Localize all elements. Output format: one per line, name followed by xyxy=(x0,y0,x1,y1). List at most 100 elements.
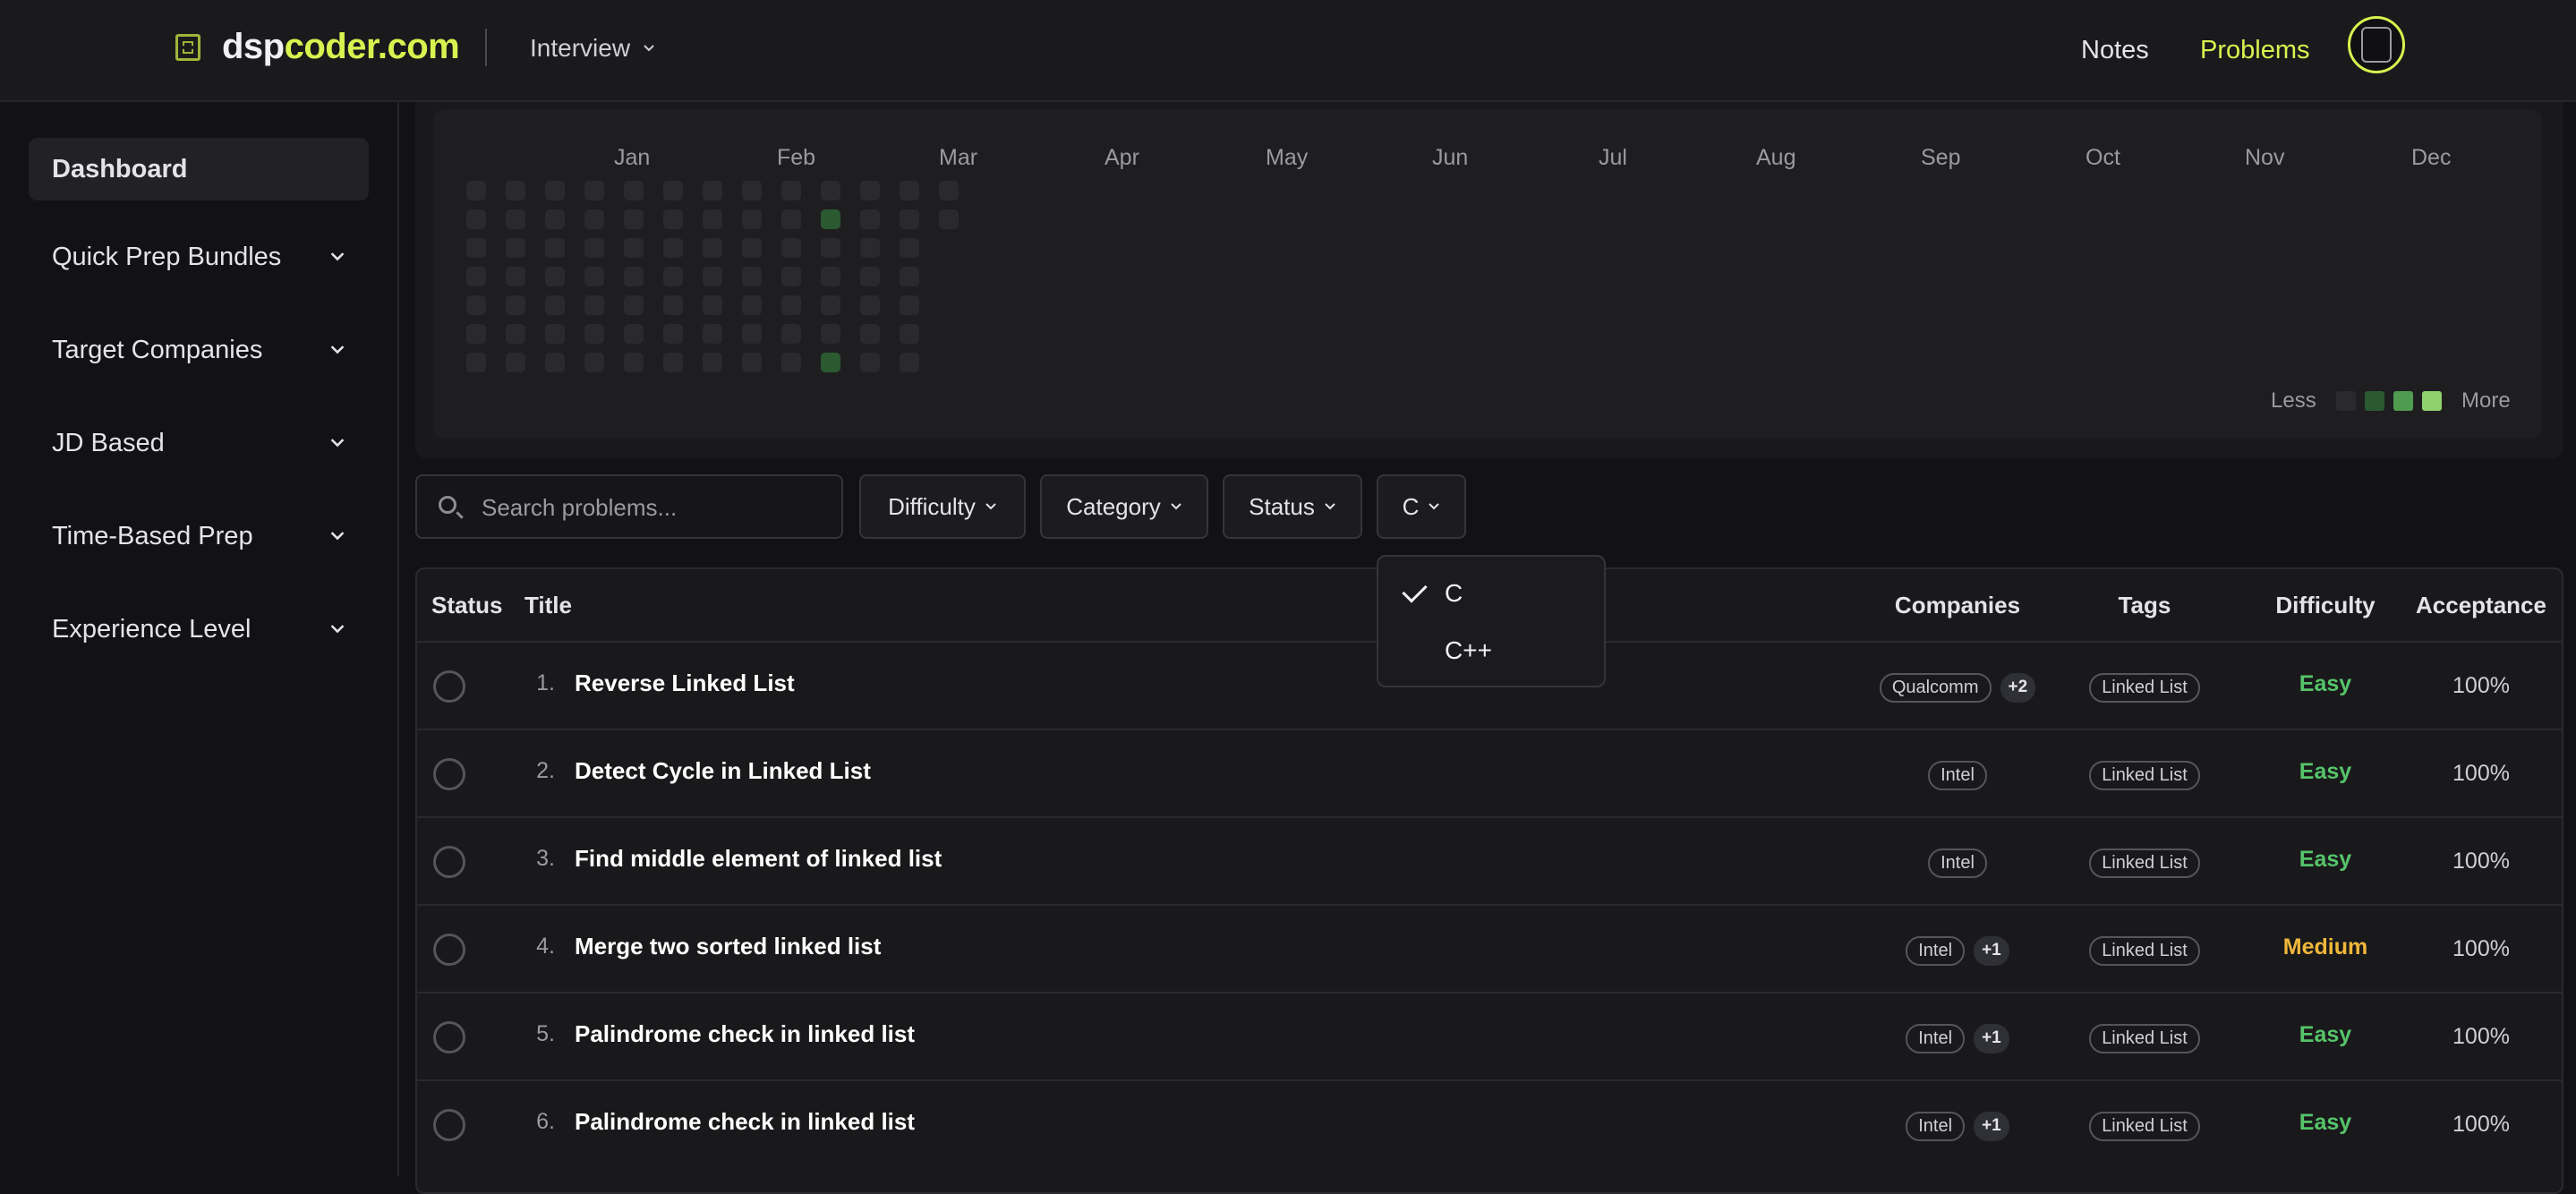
table-row[interactable]: 6. Palindrome check in linked list Intel… xyxy=(417,1079,2562,1167)
heatmap-cell[interactable] xyxy=(545,267,565,286)
heatmap-cell[interactable] xyxy=(663,181,683,200)
status-circle-icon[interactable] xyxy=(433,934,465,966)
problem-title[interactable]: Detect Cycle in Linked List xyxy=(575,757,871,785)
heatmap-cell[interactable] xyxy=(900,324,919,344)
heatmap-cell[interactable] xyxy=(860,238,880,258)
heatmap-cell[interactable] xyxy=(900,295,919,315)
heatmap-cell[interactable] xyxy=(584,353,604,372)
heatmap-cell[interactable] xyxy=(466,238,486,258)
header-companies[interactable]: Companies xyxy=(1853,569,2062,641)
heatmap-cell[interactable] xyxy=(624,209,644,229)
more-companies-badge[interactable]: +1 xyxy=(1974,1112,2009,1141)
problem-title[interactable]: Palindrome check in linked list xyxy=(575,1020,915,1048)
heatmap-cell[interactable] xyxy=(900,181,919,200)
header-status[interactable]: Status xyxy=(431,569,502,641)
heatmap-cell[interactable] xyxy=(860,181,880,200)
heatmap-cell[interactable] xyxy=(821,181,840,200)
nav-problems[interactable]: Problems xyxy=(2200,36,2310,65)
problem-title[interactable]: Find middle element of linked list xyxy=(575,845,942,873)
heatmap-cell[interactable] xyxy=(663,295,683,315)
heatmap-cell[interactable] xyxy=(781,324,801,344)
table-row[interactable]: 2. Detect Cycle in Linked List Intel Lin… xyxy=(417,729,2562,816)
problem-title[interactable]: Merge two sorted linked list xyxy=(575,933,881,960)
heatmap-cell[interactable] xyxy=(466,181,486,200)
status-circle-icon[interactable] xyxy=(433,670,465,703)
sidebar-item-time-based-prep[interactable]: Time-Based Prep xyxy=(29,505,369,567)
heatmap-cell[interactable] xyxy=(624,295,644,315)
heatmap-cell[interactable] xyxy=(742,209,762,229)
more-companies-badge[interactable]: +2 xyxy=(2000,673,2036,703)
heatmap-cell[interactable] xyxy=(781,209,801,229)
header-tags[interactable]: Tags xyxy=(2064,569,2225,641)
sidebar-item-target-companies[interactable]: Target Companies xyxy=(29,319,369,381)
heatmap-cell[interactable] xyxy=(703,353,722,372)
heatmap-cell[interactable] xyxy=(663,353,683,372)
heatmap-cell[interactable] xyxy=(781,238,801,258)
heatmap-cell[interactable] xyxy=(860,295,880,315)
heatmap-cell[interactable] xyxy=(624,324,644,344)
heatmap-cell[interactable] xyxy=(466,209,486,229)
header-title[interactable]: Title xyxy=(525,569,572,641)
more-companies-badge[interactable]: +1 xyxy=(1974,1024,2009,1053)
heatmap-cell[interactable] xyxy=(860,353,880,372)
heatmap-cell[interactable] xyxy=(821,353,840,372)
heatmap-cell[interactable] xyxy=(781,353,801,372)
heatmap-cell[interactable] xyxy=(545,209,565,229)
heatmap-cell[interactable] xyxy=(900,353,919,372)
heatmap-cell[interactable] xyxy=(821,295,840,315)
heatmap-cell[interactable] xyxy=(742,267,762,286)
heatmap-cell[interactable] xyxy=(821,267,840,286)
interview-dropdown[interactable]: Interview xyxy=(530,34,655,63)
heatmap-cell[interactable] xyxy=(860,267,880,286)
heatmap-cell[interactable] xyxy=(506,324,525,344)
heatmap-cell[interactable] xyxy=(781,295,801,315)
logo-chip-icon[interactable] xyxy=(175,34,200,61)
heatmap-cell[interactable] xyxy=(703,295,722,315)
heatmap-cell[interactable] xyxy=(584,238,604,258)
heatmap-cell[interactable] xyxy=(860,209,880,229)
nav-notes[interactable]: Notes xyxy=(2081,36,2149,65)
category-filter[interactable]: Category xyxy=(1040,474,1208,539)
heatmap-cell[interactable] xyxy=(624,267,644,286)
heatmap-cell[interactable] xyxy=(506,209,525,229)
heatmap-cell[interactable] xyxy=(860,324,880,344)
heatmap-cell[interactable] xyxy=(584,295,604,315)
heatmap-cell[interactable] xyxy=(703,209,722,229)
heatmap-cell[interactable] xyxy=(545,353,565,372)
heatmap-cell[interactable] xyxy=(545,295,565,315)
logo-text[interactable]: dspcoder.com xyxy=(222,27,460,67)
status-circle-icon[interactable] xyxy=(433,758,465,790)
sidebar-item-experience-level[interactable]: Experience Level xyxy=(29,598,369,661)
heatmap-cell[interactable] xyxy=(781,181,801,200)
heatmap-cell[interactable] xyxy=(506,295,525,315)
heatmap-cell[interactable] xyxy=(545,238,565,258)
heatmap-cell[interactable] xyxy=(742,181,762,200)
header-difficulty[interactable]: Difficulty xyxy=(2243,569,2408,641)
language-option-cpp[interactable]: C++ xyxy=(1378,623,1604,678)
language-option-c[interactable]: C xyxy=(1378,566,1604,621)
status-circle-icon[interactable] xyxy=(433,1109,465,1141)
heatmap-cell[interactable] xyxy=(939,209,959,229)
heatmap-cell[interactable] xyxy=(742,324,762,344)
heatmap-cell[interactable] xyxy=(703,267,722,286)
heatmap-cell[interactable] xyxy=(545,324,565,344)
heatmap-cell[interactable] xyxy=(703,181,722,200)
heatmap-cell[interactable] xyxy=(821,324,840,344)
heatmap-cell[interactable] xyxy=(584,181,604,200)
heatmap-cell[interactable] xyxy=(742,295,762,315)
header-acceptance[interactable]: Acceptance xyxy=(2399,569,2562,641)
heatmap-cell[interactable] xyxy=(466,267,486,286)
status-filter[interactable]: Status xyxy=(1223,474,1362,539)
table-row[interactable]: 3. Find middle element of linked list In… xyxy=(417,816,2562,904)
heatmap-cell[interactable] xyxy=(506,238,525,258)
heatmap-cell[interactable] xyxy=(663,209,683,229)
heatmap-cell[interactable] xyxy=(663,324,683,344)
heatmap-cell[interactable] xyxy=(900,238,919,258)
heatmap-cell[interactable] xyxy=(466,324,486,344)
avatar[interactable] xyxy=(2348,16,2405,73)
table-row[interactable]: 5. Palindrome check in linked list Intel… xyxy=(417,992,2562,1079)
heatmap-cell[interactable] xyxy=(506,267,525,286)
sidebar-item-jd-based[interactable]: JD Based xyxy=(29,412,369,474)
heatmap-cell[interactable] xyxy=(703,324,722,344)
heatmap-cell[interactable] xyxy=(781,267,801,286)
